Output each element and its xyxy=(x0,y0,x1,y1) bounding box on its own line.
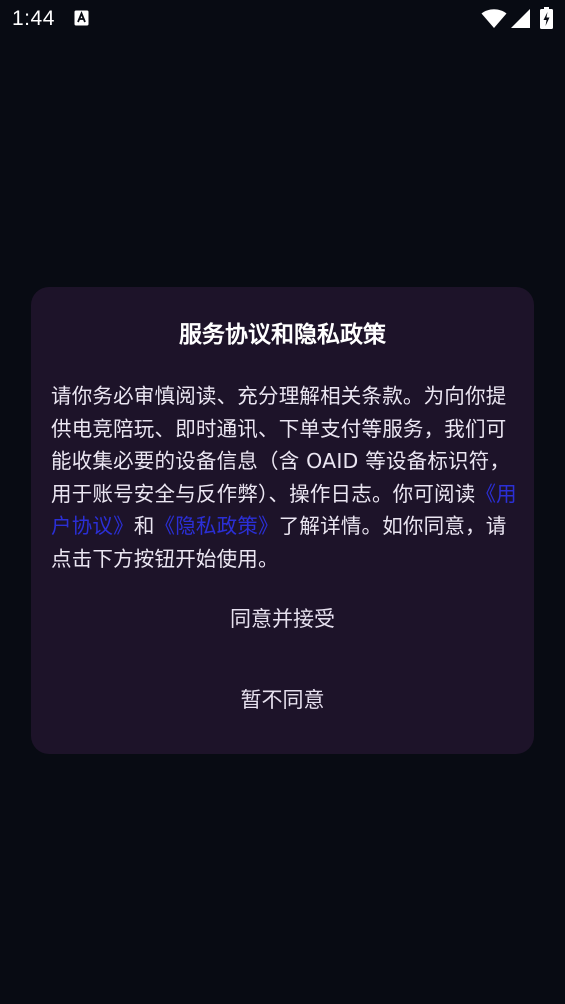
dialog-title: 服务协议和隐私政策 xyxy=(179,322,386,348)
accessibility-a-icon xyxy=(74,10,89,26)
body-text-prefix: 请你务必审慎阅读、充分理解相关条款。为向你提供电竞陪玩、即时通讯、下单支付等服务… xyxy=(51,384,511,506)
body-text-and: 和 xyxy=(133,514,155,539)
wifi-icon xyxy=(481,9,507,28)
cell-signal-icon xyxy=(511,9,530,28)
decline-button[interactable]: 暂不同意 xyxy=(31,674,534,726)
status-time: 1:44 xyxy=(12,7,55,30)
dialog-body: 请你务必审慎阅读、充分理解相关条款。为向你提供电竞陪玩、即时通讯、下单支付等服务… xyxy=(51,380,517,576)
agree-button[interactable]: 同意并接受 xyxy=(31,593,534,645)
service-agreement-dialog: 服务协议和隐私政策 请你务必审慎阅读、充分理解相关条款。为向你提供电竞陪玩、即时… xyxy=(31,287,534,754)
battery-charging-icon xyxy=(540,7,553,29)
privacy-policy-link[interactable]: 《隐私政策》 xyxy=(155,514,279,538)
status-bar: 1:44 xyxy=(0,0,565,38)
